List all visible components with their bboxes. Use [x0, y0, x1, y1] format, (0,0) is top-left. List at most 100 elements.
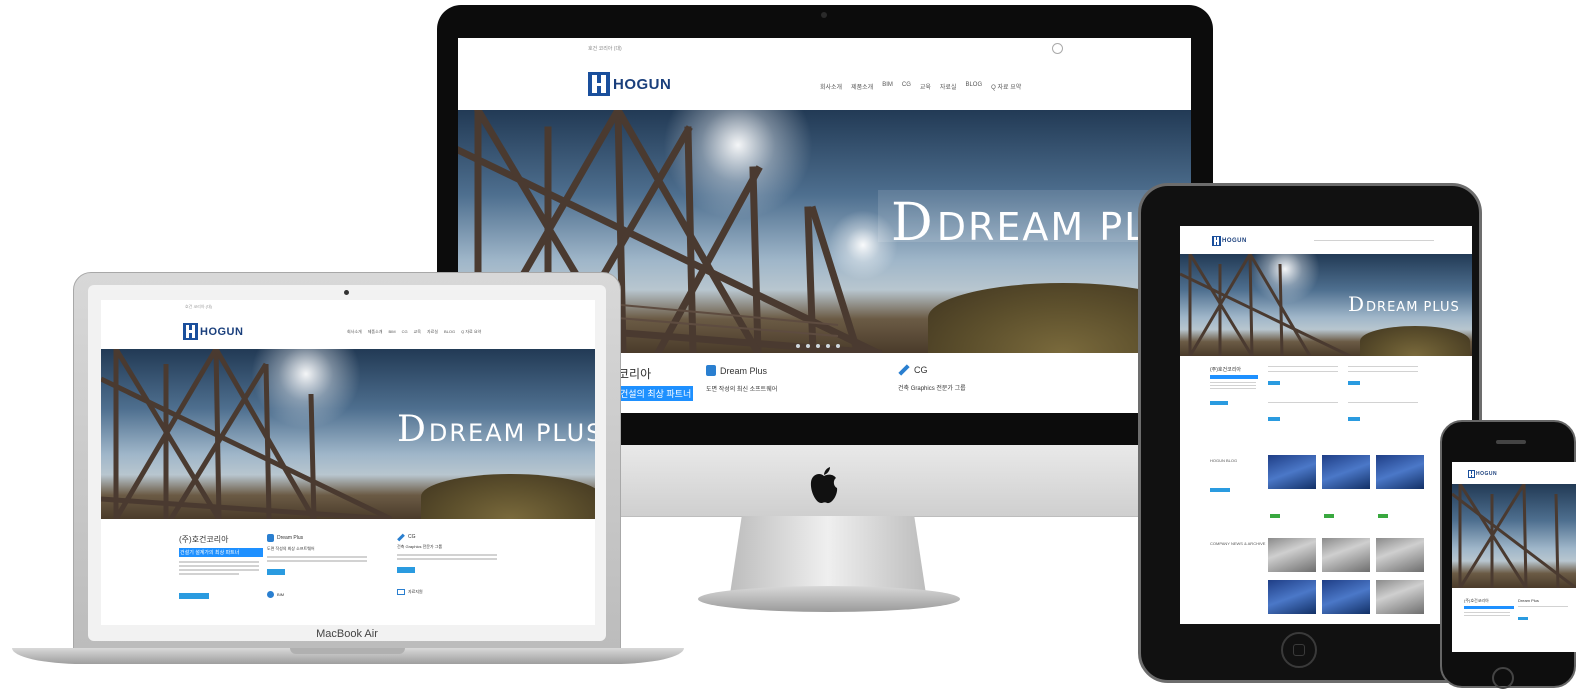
more-button[interactable] — [267, 569, 285, 575]
feature-title: Dream Plus — [720, 365, 768, 376]
topbar-text: 호건 코리아 (대) — [588, 46, 622, 52]
hero-title: D DREAM PLU — [891, 193, 1175, 253]
feature-block — [1348, 366, 1428, 426]
blog-thumbnail[interactable] — [1322, 455, 1370, 489]
more-button[interactable] — [1518, 617, 1528, 620]
text-line — [1518, 606, 1568, 607]
nav-search[interactable]: Q 자료 요약 — [461, 329, 481, 335]
site-topbar: 호건 코리아 (대) — [101, 300, 595, 315]
logo-mark-icon — [183, 323, 198, 340]
imac-stand — [730, 516, 926, 594]
more-button[interactable] — [1210, 401, 1228, 405]
news-thumbnail[interactable] — [1322, 538, 1370, 572]
nav-item[interactable]: 자료실 — [427, 329, 438, 335]
logo-text: HOGUN — [1476, 471, 1498, 477]
feature-subtitle: 도면 작성의 최신 소프트웨어 — [706, 387, 778, 393]
iphone-speaker — [1496, 440, 1526, 444]
main-nav: 회사소개 제품소개 BIM CG 교육 자료실 BLOG Q 자료 요약 — [820, 82, 1021, 91]
nav-item[interactable]: BLOG — [965, 82, 982, 91]
company-intro: (주)호건코리아 건설기 설계가의 최상 파트너 — [179, 534, 263, 604]
iphone-home-button[interactable] — [1492, 667, 1514, 689]
feature-subtitle: 건축 Graphics 전문가 그룹 — [898, 386, 966, 392]
text-line — [179, 569, 259, 571]
site-header: HOGUN 회사소개 제품소개 BIM CG 교육 자료실 BLOG Q 자료 … — [101, 314, 595, 349]
hero-title-letter: D — [891, 193, 933, 253]
nav-item[interactable]: 회사소개 — [347, 329, 362, 335]
nav-item[interactable]: 교육 — [920, 82, 931, 91]
brush-icon — [898, 364, 910, 376]
brush-icon — [397, 533, 405, 541]
more-button[interactable] — [397, 567, 415, 573]
text-line — [397, 554, 497, 556]
nav-item[interactable]: BIM — [388, 329, 395, 335]
company-title: (주)호건코리아 — [1464, 598, 1489, 603]
more-button[interactable] — [1210, 488, 1230, 492]
text-line — [1210, 382, 1256, 383]
feature-highlight: 건설의 최상 파트너 — [618, 386, 694, 401]
feature-company: 코리아 건설의 최상 파트너 — [618, 365, 694, 401]
site-logo[interactable]: HOGUN — [588, 72, 671, 96]
facebook-icon[interactable] — [1052, 43, 1063, 54]
news-thumbnail[interactable] — [1376, 538, 1424, 572]
ipad-screen: HOGUN D DREAM PLUS (주)호건코리아 HOGUN BLOG C… — [1180, 226, 1472, 624]
site-logo[interactable]: HOGUN — [1212, 236, 1247, 246]
company-title: (주)호건코리아 — [1210, 367, 1241, 373]
text-line — [1268, 366, 1338, 367]
more-button[interactable] — [1348, 417, 1360, 421]
thumbs-up-icon — [267, 534, 274, 542]
topbar-text: 호건 코리아 (대) — [185, 304, 212, 309]
blog-thumbnail[interactable] — [1376, 455, 1424, 489]
nav-item[interactable]: CG — [402, 329, 408, 335]
apple-logo-icon — [810, 467, 838, 504]
nav-item[interactable]: 교육 — [414, 329, 421, 335]
hero-title-letter: D — [1348, 292, 1365, 316]
more-button[interactable] — [179, 593, 209, 599]
news-thumbnail[interactable] — [1376, 580, 1424, 614]
text-line — [179, 573, 239, 575]
feature-dreamplus: Dream Plus 도면 작성의 최신 소프트웨어 — [706, 365, 777, 393]
company-highlight-bar — [1464, 606, 1514, 609]
site-logo[interactable]: HOGUN — [1468, 470, 1497, 478]
hero-banner — [1452, 484, 1576, 588]
feature-title: BIM — [277, 592, 285, 597]
text-line — [1348, 366, 1418, 367]
feature-block: Dream Plus — [1518, 598, 1572, 625]
site-header: HOGUN 회사소개 제품소개 BIM CG 교육 자료실 BLOG Q 자료 … — [458, 60, 1191, 110]
news-thumbnail[interactable] — [1268, 580, 1316, 614]
nav-item[interactable]: CG — [902, 82, 911, 91]
monitor-icon — [397, 589, 405, 595]
logo-text: HOGUN — [613, 75, 672, 93]
hero-banner: D DREAM PLUS — [101, 349, 595, 519]
logo-text: HOGUN — [200, 325, 244, 338]
nav-item[interactable]: BLOG — [444, 329, 455, 335]
site-logo[interactable]: HOGUN — [183, 323, 243, 340]
nav-placeholder — [1314, 240, 1434, 241]
text-line — [1464, 612, 1510, 613]
nav-item[interactable]: BIM — [882, 82, 893, 91]
hero-title-letter: D — [397, 409, 426, 450]
company-highlight-bar — [1210, 375, 1258, 379]
more-button[interactable] — [1268, 381, 1280, 385]
logo-mark-icon — [1468, 470, 1475, 478]
feature-title: CG — [914, 365, 928, 375]
text-line — [1210, 385, 1256, 386]
nav-item[interactable]: 회사소개 — [820, 82, 842, 91]
more-button[interactable] — [1348, 381, 1360, 385]
logo-mark-icon — [1212, 236, 1221, 246]
text-line — [1348, 371, 1418, 372]
logo-text: HOGUN — [1222, 238, 1247, 244]
feature-dreamplus: Dream Plus 도면 작성의 최상 소프트웨어 BIM — [267, 534, 377, 598]
blog-thumbnail[interactable] — [1268, 455, 1316, 489]
feature-title: Dream Plus — [1518, 598, 1539, 603]
news-thumbnail[interactable] — [1322, 580, 1370, 614]
news-thumbnail[interactable] — [1268, 538, 1316, 572]
tag-badge — [1378, 514, 1388, 518]
nav-item[interactable]: 제품소개 — [368, 329, 383, 335]
text-line — [267, 556, 367, 558]
nav-item[interactable]: 제품소개 — [851, 82, 873, 91]
bridge-truss-graphic — [1452, 484, 1576, 588]
feature-title: Dream Plus — [277, 535, 304, 541]
nav-search[interactable]: Q 자료 요약 — [991, 82, 1021, 91]
more-button[interactable] — [1268, 417, 1280, 421]
nav-item[interactable]: 자료실 — [940, 82, 957, 91]
